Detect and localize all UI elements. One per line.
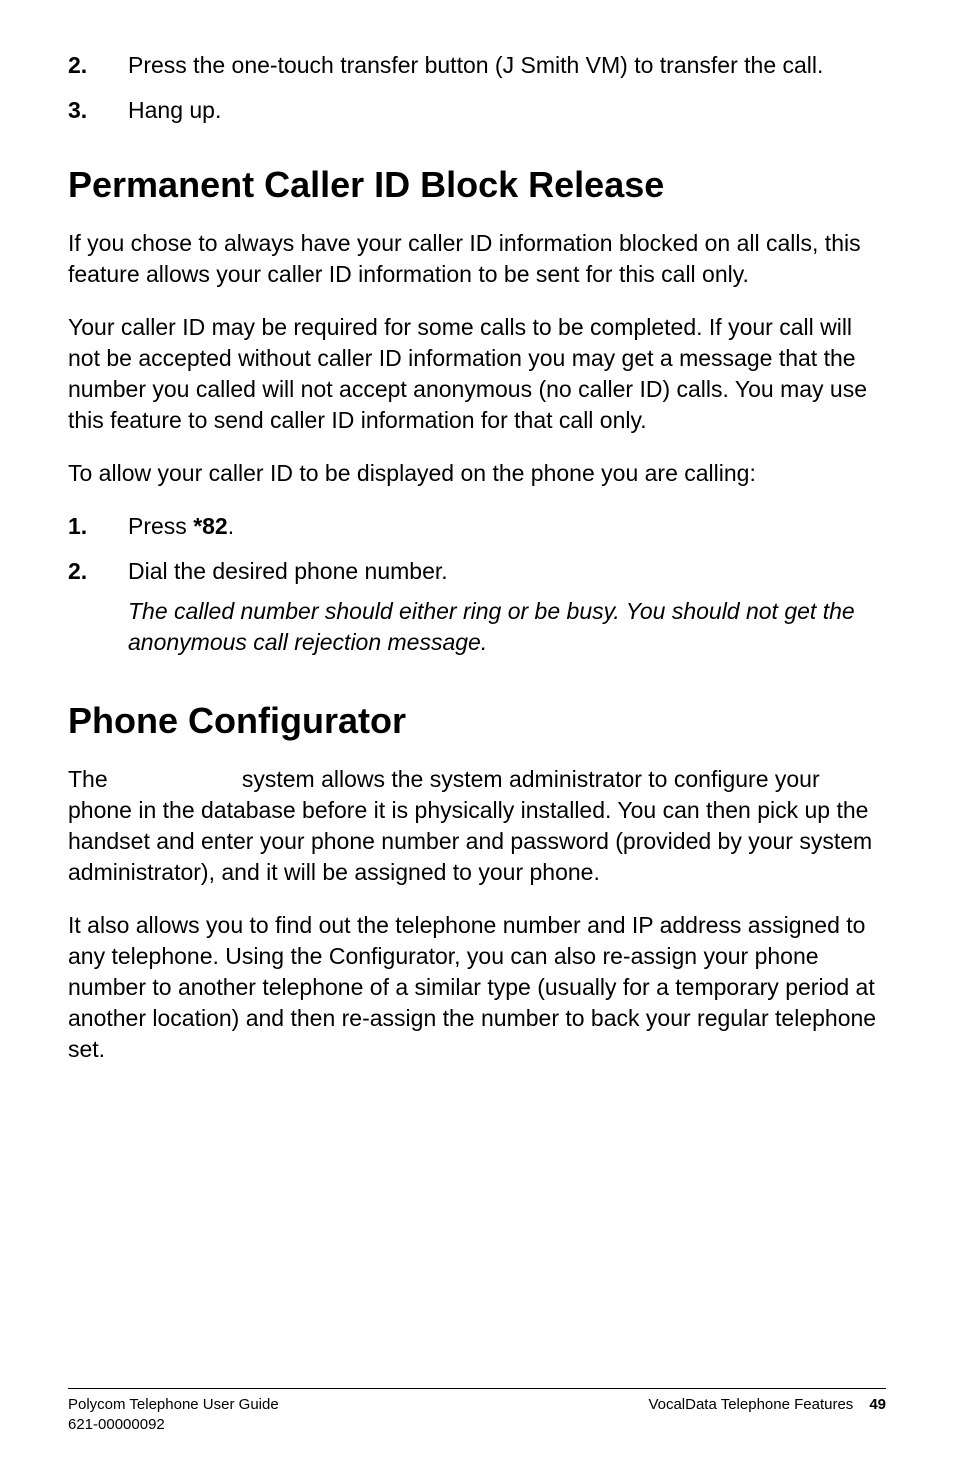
list-text: Press the one-touch transfer button (J S… <box>128 50 886 81</box>
list-text: Dial the desired phone number. The calle… <box>128 556 886 657</box>
footer-page-number: 49 <box>869 1396 886 1413</box>
list-item: 2. Press the one-touch transfer button (… <box>68 50 886 81</box>
list-item: 1. Press *82. <box>68 511 886 542</box>
body-paragraph: It also allows you to find out the telep… <box>68 910 886 1065</box>
list-number: 3. <box>68 95 128 126</box>
footer-docnum: 621-00000092 <box>68 1415 279 1435</box>
step-keycode: *82 <box>193 513 228 539</box>
step-prefix: Press <box>128 513 193 539</box>
list-text: Hang up. <box>128 95 886 126</box>
page-footer: Polycom Telephone User Guide 621-0000009… <box>68 1395 886 1436</box>
footer-section-label: VocalData Telephone Features <box>648 1396 853 1413</box>
section-heading: Permanent Caller ID Block Release <box>68 164 886 206</box>
list-number: 2. <box>68 50 128 81</box>
list-number: 2. <box>68 556 128 657</box>
paragraph-prefix: The <box>68 766 114 792</box>
footer-right: VocalData Telephone Features 49 <box>648 1395 886 1436</box>
body-paragraph: Your caller ID may be required for some … <box>68 312 886 436</box>
list-number: 1. <box>68 511 128 542</box>
body-paragraph: If you chose to always have your caller … <box>68 228 886 290</box>
footer-left: Polycom Telephone User Guide 621-0000009… <box>68 1395 279 1436</box>
footer-title: Polycom Telephone User Guide <box>68 1395 279 1415</box>
footer-rule <box>68 1388 886 1389</box>
step-suffix: . <box>228 513 234 539</box>
body-paragraph: To allow your caller ID to be displayed … <box>68 458 886 489</box>
section-heading: Phone Configurator <box>68 700 886 742</box>
list-item: 3. Hang up. <box>68 95 886 126</box>
paragraph-gap <box>114 766 242 792</box>
list-text: Press *82. <box>128 511 886 542</box>
step-note: The called number should either ring or … <box>128 596 886 658</box>
step-prefix: Dial the desired phone number. <box>128 558 448 584</box>
body-paragraph: The system allows the system administrat… <box>68 764 886 888</box>
list-item: 2. Dial the desired phone number. The ca… <box>68 556 886 657</box>
